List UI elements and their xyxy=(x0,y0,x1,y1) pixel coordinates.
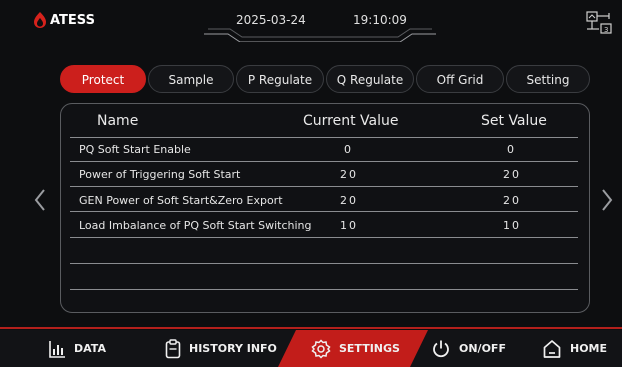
system-topology-icon[interactable]: 3 xyxy=(585,10,613,34)
home-icon xyxy=(543,339,561,358)
tab-p-regulate[interactable]: P Regulate xyxy=(236,65,324,93)
nav-on-off[interactable]: ON/OFF xyxy=(431,330,506,367)
row-name: PQ Soft Start Enable xyxy=(79,143,191,156)
tab-sample[interactable]: Sample xyxy=(148,65,234,93)
nav-history-info[interactable]: HISTORY INFO xyxy=(165,330,277,367)
chevron-left-icon[interactable] xyxy=(33,188,47,212)
svg-text:3: 3 xyxy=(604,26,608,34)
gear-icon xyxy=(311,338,331,359)
row-current-value: 20 xyxy=(340,168,358,181)
row-name: Power of Triggering Soft Start xyxy=(79,168,241,181)
chevron-right-icon[interactable] xyxy=(600,188,614,212)
column-header-set-value: Set Value xyxy=(481,113,547,129)
row-set-value[interactable]: 20 xyxy=(503,168,521,181)
nav-home-label: HOME xyxy=(570,342,608,355)
row-divider xyxy=(70,161,578,162)
row-divider xyxy=(70,186,578,187)
nav-settings[interactable]: SETTINGS xyxy=(311,330,400,367)
time-text: 19:10:09 xyxy=(353,13,407,27)
row-divider xyxy=(70,289,578,290)
nav-history-info-label: HISTORY INFO xyxy=(189,342,277,355)
row-name: GEN Power of Soft Start&Zero Export xyxy=(79,194,283,207)
power-icon xyxy=(433,340,449,357)
nav-settings-label: SETTINGS xyxy=(339,342,400,355)
row-divider xyxy=(70,211,578,212)
parameter-table xyxy=(60,103,590,313)
brand-name: ATESS xyxy=(50,12,95,28)
brand-logo: ATESS xyxy=(32,11,95,29)
tab-off-grid[interactable]: Off Grid xyxy=(416,65,504,93)
row-set-value[interactable]: 0 xyxy=(507,143,514,156)
row-current-value: 20 xyxy=(340,194,358,207)
row-current-value: 0 xyxy=(344,143,351,156)
row-divider xyxy=(70,237,578,238)
flame-icon xyxy=(34,12,46,28)
bar-chart-icon xyxy=(49,340,65,358)
row-set-value[interactable]: 20 xyxy=(503,194,521,207)
row-current-value: 10 xyxy=(340,219,358,232)
row-divider xyxy=(70,263,578,264)
datetime-display: 2025-03-24 19:10:09 xyxy=(200,0,440,42)
tab-setting[interactable]: Setting xyxy=(506,65,590,93)
header: ATESS 2025-03-24 19:10:09 3 xyxy=(0,0,622,46)
tab-protect[interactable]: Protect xyxy=(60,65,146,93)
bottom-bar-accent-line xyxy=(0,327,622,329)
column-header-current-value: Current Value xyxy=(303,113,399,129)
row-set-value[interactable]: 10 xyxy=(503,219,521,232)
row-divider xyxy=(70,137,578,138)
date-text: 2025-03-24 xyxy=(236,13,306,27)
clipboard-icon xyxy=(165,338,181,358)
column-header-name: Name xyxy=(97,113,139,129)
row-name: Load Imbalance of PQ Soft Start Switchin… xyxy=(79,219,312,232)
nav-on-off-label: ON/OFF xyxy=(459,342,506,355)
nav-data-label: DATA xyxy=(74,342,106,355)
nav-data[interactable]: DATA xyxy=(48,330,106,367)
tab-q-regulate[interactable]: Q Regulate xyxy=(326,65,414,93)
nav-home[interactable]: HOME xyxy=(542,330,607,367)
